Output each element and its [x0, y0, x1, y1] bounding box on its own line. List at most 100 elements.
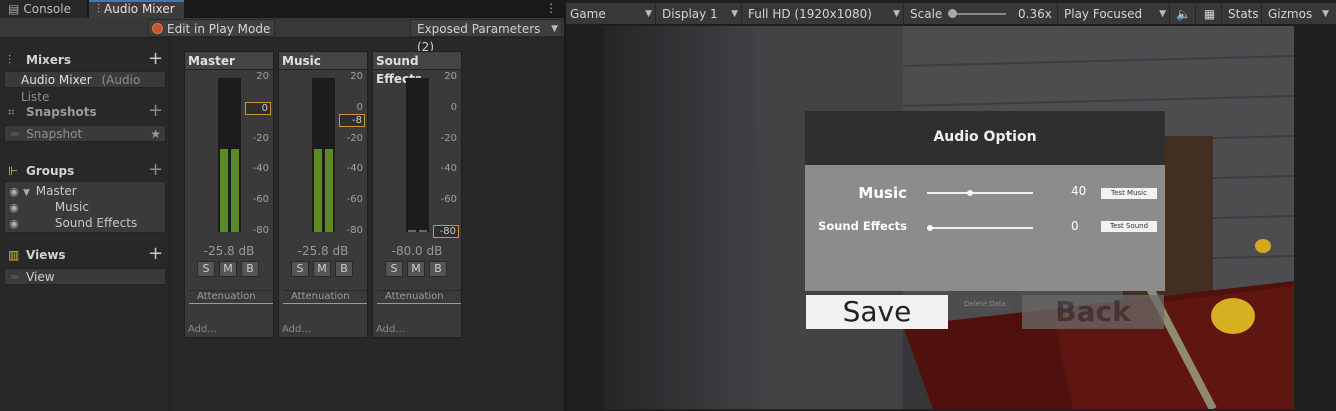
- meter-bar-right: [419, 230, 427, 232]
- chevron-down-icon: ▼: [731, 9, 738, 19]
- attenuation-effect[interactable]: Attenuation: [189, 290, 273, 304]
- mixers-title: Mixers: [26, 53, 71, 67]
- volume-fader[interactable]: -80: [433, 225, 459, 238]
- solo-button[interactable]: S: [291, 261, 309, 277]
- add-mixer-button[interactable]: +: [148, 50, 163, 68]
- delete-data-button[interactable]: Delete Data: [959, 297, 1011, 312]
- resolution-dropdown[interactable]: Full HD (1920x1080) ▼: [744, 3, 904, 25]
- test-music-button[interactable]: Test Music: [1101, 188, 1157, 199]
- scale-slider[interactable]: [950, 13, 1006, 15]
- attenuation-effect[interactable]: Attenuation: [283, 290, 367, 304]
- expand-arrow-icon[interactable]: ▼: [23, 188, 30, 198]
- group-row-master[interactable]: ◉ ▼ Master: [5, 183, 77, 199]
- mute-button[interactable]: M: [407, 261, 425, 277]
- fader-value: 0: [261, 102, 268, 114]
- music-label: Music: [858, 184, 907, 202]
- exposed-parameters-dropdown[interactable]: Exposed Parameters (2) ▼: [410, 19, 562, 54]
- back-button[interactable]: Back: [1022, 295, 1164, 329]
- test-sound-button[interactable]: Test Sound: [1101, 221, 1157, 232]
- group-row-music[interactable]: ◉ Music: [5, 199, 89, 215]
- mute-button[interactable]: M: [219, 261, 237, 277]
- snapshots-title: Snapshots: [26, 105, 97, 119]
- play-focused-label: Play Focused: [1064, 7, 1143, 21]
- eye-icon[interactable]: ◉: [5, 184, 23, 200]
- play-focused-dropdown[interactable]: Play Focused ▼: [1060, 3, 1170, 25]
- volume-fader[interactable]: 0: [245, 101, 271, 115]
- meter-bar-right: [231, 148, 239, 232]
- eye-icon[interactable]: ◉: [5, 216, 23, 232]
- sound-effects-label: Sound Effects: [818, 219, 907, 233]
- group-row-sound-effects[interactable]: ◉ Sound Effects: [5, 215, 137, 231]
- meter-scale-label: 20: [350, 71, 363, 82]
- music-slider[interactable]: [927, 192, 1033, 194]
- game-toolbar: Game ▼ Display 1 ▼ Full HD (1920x1080) ▼ Sc…: [566, 3, 1336, 25]
- strip-db-readout: -25.8 dB: [297, 244, 349, 258]
- solo-button[interactable]: S: [197, 261, 215, 277]
- volume-fader[interactable]: -8: [339, 114, 365, 128]
- sound-effects-slider-knob[interactable]: [927, 225, 933, 231]
- bypass-button[interactable]: B: [429, 261, 447, 277]
- edit-in-play-mode-button[interactable]: Edit in Play Mode: [148, 19, 276, 37]
- group-label-master: Master: [35, 184, 77, 198]
- add-group-button[interactable]: +: [148, 161, 163, 179]
- bypass-button[interactable]: B: [335, 261, 353, 277]
- game-view-label: Game: [570, 7, 606, 21]
- save-button[interactable]: Save: [806, 295, 948, 329]
- keyboard-icon[interactable]: ▦: [1198, 3, 1222, 25]
- meter-bar-left: [408, 230, 416, 232]
- tab-bar: ▤ Console ⫶ Audio Mixer ⋮: [0, 0, 564, 18]
- add-effect-button[interactable]: Add...: [282, 324, 311, 335]
- solo-button[interactable]: S: [385, 261, 403, 277]
- music-value: 40: [1071, 184, 1087, 198]
- mute-audio-icon[interactable]: 🔈: [1172, 3, 1196, 25]
- tab-audio-mixer[interactable]: ⫶ Audio Mixer: [89, 0, 184, 18]
- audio-mixer-label: Audio Mixer: [21, 73, 92, 87]
- display-dropdown[interactable]: Display 1 ▼: [658, 3, 742, 25]
- mixer-sliders-icon: ⫶: [8, 53, 12, 67]
- meter-scale-label: -40: [440, 163, 457, 175]
- strip-db-readout: -80.0 dB: [391, 244, 443, 258]
- sound-effects-slider[interactable]: [927, 227, 1033, 229]
- views-icon: ▥: [8, 248, 20, 262]
- attenuation-effect[interactable]: Attenuation: [377, 290, 461, 304]
- add-effect-button[interactable]: Add...: [376, 324, 405, 335]
- chevron-down-icon: ▼: [1322, 9, 1329, 19]
- snapshots-header: ⌗ Snapshots: [8, 103, 97, 121]
- mute-button[interactable]: M: [313, 261, 331, 277]
- add-effect-button[interactable]: Add...: [188, 324, 217, 335]
- bypass-button[interactable]: B: [241, 261, 259, 277]
- views-title: Views: [26, 248, 66, 262]
- gizmos-dropdown[interactable]: Gizmos ▼: [1264, 3, 1332, 25]
- sidebar-item-audio-mixer[interactable]: Audio Mixer (Audio Liste: [4, 71, 166, 104]
- tab-console[interactable]: ▤ Console: [0, 0, 88, 18]
- edit-in-play-mode-label: Edit in Play Mode: [167, 22, 271, 36]
- mixers-header: ⫶ Mixers: [8, 51, 71, 69]
- tab-menu-icon[interactable]: ⋮: [544, 0, 558, 18]
- meter-scale-label: -40: [252, 163, 269, 175]
- star-icon[interactable]: ★: [150, 126, 161, 143]
- meter-scale-label: -60: [440, 194, 457, 206]
- audio-mixer-window: ▤ Console ⫶ Audio Mixer ⋮ Edit in Play Mod…: [0, 0, 564, 411]
- stats-label: Stats: [1228, 7, 1259, 21]
- sidebar-item-view[interactable]: ═ View: [4, 268, 166, 285]
- sidebar-item-snapshot[interactable]: ═ Snapshot ★: [4, 125, 166, 142]
- group-label-music: Music: [54, 200, 89, 214]
- snapshot-label: Snapshot: [26, 127, 83, 141]
- stats-button[interactable]: Stats: [1224, 3, 1262, 25]
- drag-handle-icon: ═: [11, 127, 19, 141]
- sound-effects-value: 0: [1071, 219, 1079, 233]
- game-view-dropdown[interactable]: Game ▼: [566, 3, 656, 25]
- meter-scale-label: -60: [346, 194, 363, 206]
- tab-console-label: Console: [23, 2, 71, 16]
- scale-slider-knob[interactable]: [948, 9, 957, 18]
- audio-option-title: Audio Option: [805, 111, 1165, 165]
- chevron-down-icon: ▼: [893, 9, 900, 19]
- level-meter: [218, 78, 241, 232]
- eye-icon[interactable]: ◉: [5, 200, 23, 216]
- add-view-button[interactable]: +: [148, 245, 163, 263]
- music-slider-knob[interactable]: [967, 190, 973, 196]
- add-snapshot-button[interactable]: +: [148, 102, 163, 120]
- strip-db-readout: -25.8 dB: [203, 244, 255, 258]
- level-meter: [406, 78, 429, 232]
- audio-option-panel: Audio Option Music 40 Test Music Sound E…: [805, 111, 1165, 291]
